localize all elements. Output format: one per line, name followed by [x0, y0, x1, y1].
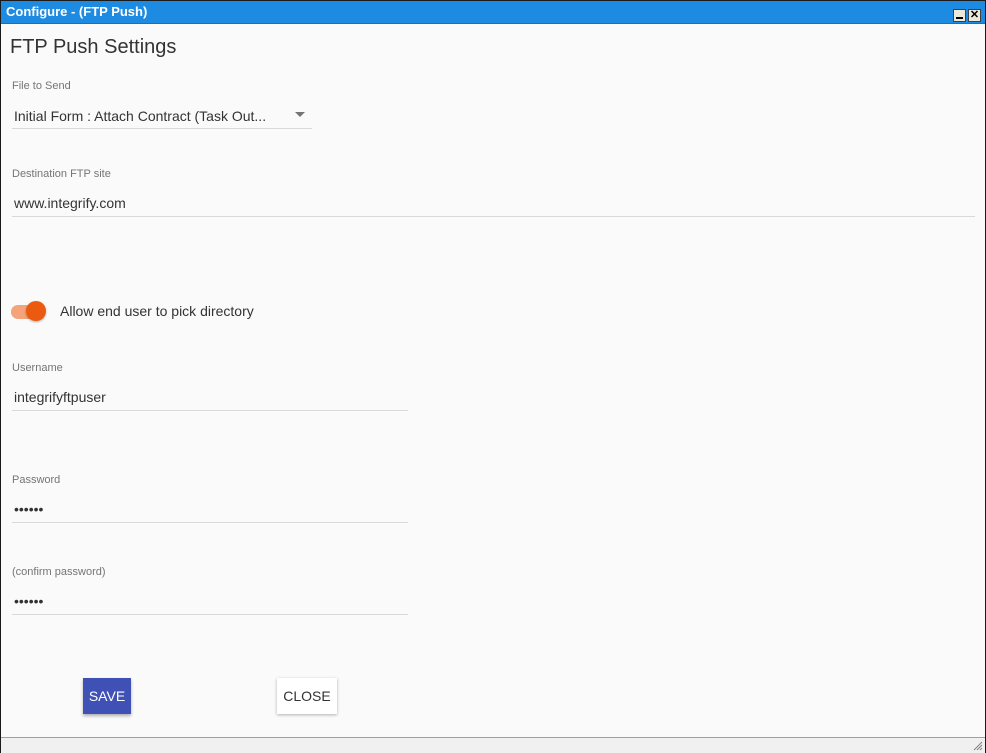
username-input[interactable]: integrifyftpuser	[14, 389, 106, 405]
close-icon: ✕	[969, 9, 980, 21]
allow-pick-directory-toggle[interactable]	[11, 300, 49, 322]
minimize-button[interactable]	[953, 9, 966, 22]
window-title: Configure - (FTP Push)	[6, 4, 148, 19]
minimize-icon	[956, 17, 963, 19]
file-to-send-select[interactable]: Initial Form : Attach Contract (Task Out…	[14, 108, 266, 124]
toggle-knob	[26, 301, 46, 321]
allow-pick-directory-label: Allow end user to pick directory	[60, 303, 254, 319]
username-underline	[12, 410, 408, 411]
page-title: FTP Push Settings	[10, 36, 177, 58]
file-to-send-underline	[12, 128, 312, 129]
status-bar	[1, 737, 985, 753]
close-button[interactable]: CLOSE	[277, 678, 337, 714]
destination-input[interactable]: www.integrify.com	[14, 195, 126, 211]
password-underline	[12, 522, 408, 523]
save-button[interactable]: SAVE	[83, 678, 131, 714]
title-bar[interactable]: Configure - (FTP Push) ✕	[1, 1, 985, 24]
confirm-password-input[interactable]: ••••••	[14, 593, 43, 609]
destination-label: Destination FTP site	[12, 168, 111, 180]
dialog-window: Configure - (FTP Push) ✕ FTP Push Settin…	[0, 0, 986, 753]
resize-grip-icon[interactable]	[973, 741, 983, 751]
username-label: Username	[12, 362, 63, 374]
destination-underline	[12, 216, 975, 217]
close-window-button[interactable]: ✕	[968, 9, 981, 22]
password-label: Password	[12, 474, 61, 486]
confirm-password-underline	[12, 614, 408, 615]
file-to-send-label: File to Send	[12, 80, 71, 92]
chevron-down-icon[interactable]	[295, 112, 305, 117]
confirm-password-label: (confirm password)	[12, 566, 106, 578]
password-input[interactable]: ••••••	[14, 501, 43, 517]
